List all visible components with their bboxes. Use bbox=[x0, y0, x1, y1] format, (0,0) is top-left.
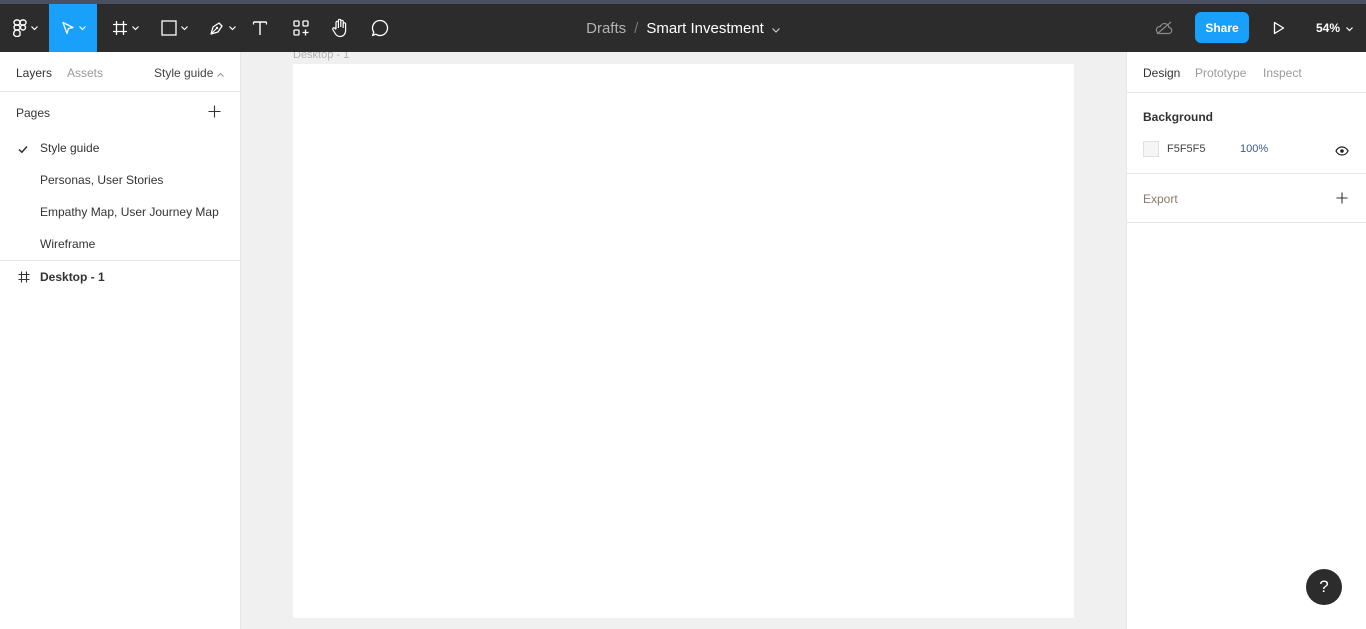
pen-tool-button[interactable] bbox=[202, 4, 242, 52]
tab-assets[interactable]: Assets bbox=[67, 66, 103, 80]
zoom-dropdown[interactable]: 54% bbox=[1316, 4, 1353, 52]
text-tool-icon bbox=[252, 20, 268, 36]
chevron-up-icon bbox=[213, 66, 225, 80]
plus-icon bbox=[1336, 191, 1348, 208]
add-page-button[interactable] bbox=[208, 105, 221, 121]
frame-label[interactable]: Desktop - 1 bbox=[293, 52, 349, 61]
pages-list: Style guide Personas, User Stories Empat… bbox=[0, 132, 240, 260]
background-hex-value[interactable]: F5F5F5 bbox=[1167, 143, 1206, 155]
present-button[interactable] bbox=[1268, 4, 1290, 52]
top-toolbar: Drafts / Smart Investment Share 54% bbox=[0, 0, 1366, 52]
page-item-empathy-map[interactable]: Empathy Map, User Journey Map bbox=[0, 196, 240, 228]
pages-header: Pages bbox=[0, 92, 240, 132]
current-page-selector[interactable]: Style guide bbox=[154, 66, 225, 80]
export-title: Export bbox=[1143, 192, 1178, 206]
pen-tool-icon bbox=[209, 20, 225, 36]
chevron-down-icon bbox=[131, 25, 139, 31]
comment-icon bbox=[371, 19, 389, 37]
move-tool-button[interactable] bbox=[49, 4, 97, 52]
layer-item-label: Desktop - 1 bbox=[40, 270, 105, 284]
text-tool-button[interactable] bbox=[248, 4, 272, 52]
tab-inspect[interactable]: Inspect bbox=[1263, 66, 1302, 80]
right-panel-tabs: Design Prototype Inspect bbox=[1127, 52, 1366, 93]
right-panel: Design Prototype Inspect Background F5F5… bbox=[1126, 52, 1366, 629]
chevron-down-icon bbox=[78, 25, 86, 31]
desktop-frame[interactable] bbox=[293, 64, 1074, 618]
chevron-down-icon[interactable] bbox=[771, 20, 780, 37]
plus-icon bbox=[208, 105, 221, 121]
eye-icon bbox=[1335, 143, 1349, 160]
left-panel-tabs: Layers Assets Style guide bbox=[0, 52, 240, 92]
pages-title: Pages bbox=[16, 106, 51, 120]
hand-tool-button[interactable] bbox=[328, 4, 352, 52]
background-opacity-value[interactable]: 100% bbox=[1240, 143, 1268, 155]
tab-layers[interactable]: Layers bbox=[16, 66, 52, 80]
chevron-down-icon bbox=[228, 25, 236, 31]
export-section: Export bbox=[1127, 174, 1366, 223]
layers-list: Desktop - 1 bbox=[0, 261, 240, 293]
breadcrumb-drafts[interactable]: Drafts bbox=[586, 20, 626, 37]
hand-tool-icon bbox=[331, 18, 349, 38]
offline-cloud-icon bbox=[1155, 21, 1173, 35]
page-item-style-guide[interactable]: Style guide bbox=[0, 132, 240, 164]
offline-status-button[interactable] bbox=[1152, 4, 1176, 52]
page-item-personas[interactable]: Personas, User Stories bbox=[0, 164, 240, 196]
chevron-down-icon bbox=[180, 25, 188, 31]
page-item-label: Style guide bbox=[40, 141, 100, 155]
add-export-button[interactable] bbox=[1336, 191, 1348, 209]
chevron-down-icon bbox=[30, 25, 38, 31]
page-item-label: Personas, User Stories bbox=[40, 173, 164, 187]
zoom-level: 54% bbox=[1316, 21, 1341, 35]
page-item-wireframe[interactable]: Wireframe bbox=[0, 228, 240, 260]
page-item-label: Empathy Map, User Journey Map bbox=[40, 205, 219, 219]
components-icon bbox=[292, 19, 310, 37]
frame-tool-button[interactable] bbox=[106, 4, 144, 52]
background-title: Background bbox=[1143, 110, 1214, 124]
current-page-label: Style guide bbox=[154, 66, 214, 80]
tab-design[interactable]: Design bbox=[1143, 66, 1180, 80]
resources-button[interactable] bbox=[289, 4, 313, 52]
page-item-label: Wireframe bbox=[40, 237, 96, 251]
rectangle-tool-icon bbox=[160, 20, 177, 36]
play-icon bbox=[1273, 21, 1285, 35]
background-section: Background F5F5F5 100% bbox=[1127, 93, 1366, 174]
figma-menu-icon bbox=[12, 19, 27, 37]
main-menu-button[interactable] bbox=[8, 4, 42, 52]
comment-tool-button[interactable] bbox=[368, 4, 392, 52]
background-color-swatch[interactable] bbox=[1143, 141, 1159, 157]
visibility-toggle[interactable] bbox=[1335, 143, 1349, 161]
frame-tool-icon bbox=[112, 20, 128, 36]
canvas[interactable]: Desktop - 1 bbox=[241, 52, 1126, 629]
checkmark-icon bbox=[18, 143, 28, 157]
frame-icon bbox=[18, 271, 30, 286]
share-button[interactable]: Share bbox=[1195, 12, 1249, 43]
chevron-down-icon bbox=[1346, 21, 1353, 35]
left-panel: Layers Assets Style guide Pages Style gu… bbox=[0, 52, 241, 629]
help-button[interactable]: ? bbox=[1306, 569, 1342, 605]
move-tool-icon bbox=[61, 21, 75, 35]
breadcrumb-separator: / bbox=[634, 19, 639, 37]
file-name[interactable]: Smart Investment bbox=[646, 20, 764, 37]
tab-prototype[interactable]: Prototype bbox=[1195, 66, 1246, 80]
shape-tool-button[interactable] bbox=[154, 4, 194, 52]
layer-item-desktop-1[interactable]: Desktop - 1 bbox=[0, 261, 240, 293]
